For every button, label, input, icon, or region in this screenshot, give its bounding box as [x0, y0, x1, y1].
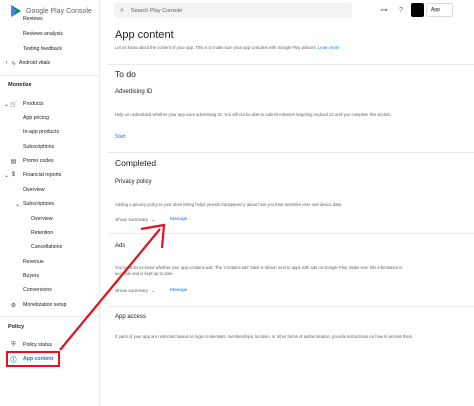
- sidebar-divider: [0, 316, 99, 317]
- advertising-id-description: Help us understand whether your app uses…: [115, 112, 392, 117]
- divider: [108, 152, 474, 153]
- sidebar-item-overview[interactable]: Overview: [0, 184, 99, 196]
- start-link[interactable]: Start: [115, 134, 126, 140]
- expand-chevron-icon[interactable]: ⌄: [3, 172, 10, 179]
- top-bar: ⌕ Search Play Console ⊶ ? App: [100, 0, 474, 22]
- sidebar: Google Play Console Reviews Reviews anal…: [0, 0, 100, 406]
- privacy-policy-description: Adding a privacy policy to your store li…: [115, 202, 343, 207]
- app-access-description: If parts of your app are restricted base…: [115, 334, 414, 339]
- sidebar-item-financial-reports[interactable]: ⌄ $ Financial reports: [0, 169, 99, 181]
- link-icon[interactable]: ⊶: [379, 5, 389, 15]
- sidebar-item-in-app-products[interactable]: In-app products: [0, 126, 99, 138]
- help-icon[interactable]: ?: [396, 5, 406, 15]
- sidebar-item-cancellations[interactable]: Cancellations: [0, 241, 99, 253]
- sidebar-item-subs-overview[interactable]: Overview: [0, 213, 99, 225]
- privacy-policy-title: Privacy policy: [115, 179, 152, 185]
- app-access-title: App access: [115, 314, 147, 320]
- divider: [108, 306, 474, 307]
- sidebar-divider: [0, 75, 99, 76]
- main-content: App content Let us know about the conten…: [100, 22, 474, 406]
- sidebar-item-android-vitals[interactable]: › ∿ Android vitals: [0, 57, 99, 69]
- search-input[interactable]: ⌕ Search Play Console: [114, 3, 352, 18]
- search-placeholder: Search Play Console: [130, 7, 183, 14]
- sidebar-item-buyers[interactable]: Buyers: [0, 270, 99, 282]
- learn-more-link[interactable]: Learn more: [318, 45, 339, 50]
- sidebar-item-policy-status[interactable]: ⛨ Policy status: [0, 339, 99, 351]
- divider: [108, 64, 474, 65]
- app-selector-button[interactable]: App: [426, 3, 453, 17]
- page-title: App content: [115, 29, 174, 41]
- sidebar-item-revenue[interactable]: Revenue: [0, 256, 99, 268]
- todo-heading: To do: [115, 69, 136, 79]
- chevron-down-icon: ⌄: [151, 217, 156, 223]
- sidebar-item-subscriptions[interactable]: Subscriptions: [0, 141, 99, 153]
- sidebar-item-testing-feedback[interactable]: Testing feedback: [0, 43, 99, 55]
- sidebar-item-subscriptions-reports[interactable]: ⌄ Subscriptions: [0, 198, 99, 210]
- completed-heading: Completed: [115, 158, 157, 168]
- search-icon: ⌕: [120, 6, 124, 14]
- sidebar-item-monetization-setup[interactable]: ⚙ Monetization setup: [0, 299, 99, 311]
- manage-ads-link[interactable]: Manage: [170, 288, 187, 293]
- manage-privacy-link[interactable]: Manage: [170, 217, 187, 222]
- dollar-icon: $: [11, 172, 16, 178]
- cart-icon: 🛒: [9, 101, 18, 108]
- vitals-icon: ∿: [10, 60, 17, 67]
- sidebar-item-app-pricing[interactable]: App pricing: [0, 112, 99, 124]
- sidebar-item-conversions[interactable]: Conversions: [0, 284, 99, 296]
- divider: [108, 233, 474, 234]
- chevron-down-icon: ⌄: [151, 288, 156, 294]
- sidebar-item-reviews[interactable]: Reviews: [0, 13, 99, 25]
- sidebar-item-reviews-analysis[interactable]: Reviews analysis: [0, 28, 99, 40]
- advertising-id-title: Advertising ID: [115, 89, 153, 95]
- annotation-highlight-box: [6, 351, 60, 367]
- ads-description: You must let us know whether your app co…: [115, 265, 403, 277]
- intro-text: Let us know about the content of your ap…: [115, 45, 340, 50]
- ads-title: Ads: [115, 243, 126, 249]
- section-title-policy: Policy: [8, 324, 25, 330]
- expand-chevron-icon[interactable]: ›: [3, 60, 10, 67]
- sidebar-item-products[interactable]: ⌄ 🛒 Products: [0, 98, 99, 110]
- account-avatar[interactable]: [411, 3, 424, 17]
- show-summary-toggle[interactable]: Show summary ⌄: [115, 217, 155, 223]
- shield-icon: ⛨: [11, 341, 16, 348]
- section-title-monetize: Monetize: [8, 82, 32, 88]
- show-summary-toggle[interactable]: Show summary ⌄: [115, 288, 155, 294]
- sidebar-item-promo-codes[interactable]: ▤ Promo codes: [0, 155, 99, 167]
- expand-chevron-icon[interactable]: ⌄: [14, 201, 21, 208]
- sidebar-item-retention[interactable]: Retention: [0, 227, 99, 239]
- promo-icon: ▤: [10, 158, 17, 165]
- settings-icon: ⚙: [10, 302, 17, 309]
